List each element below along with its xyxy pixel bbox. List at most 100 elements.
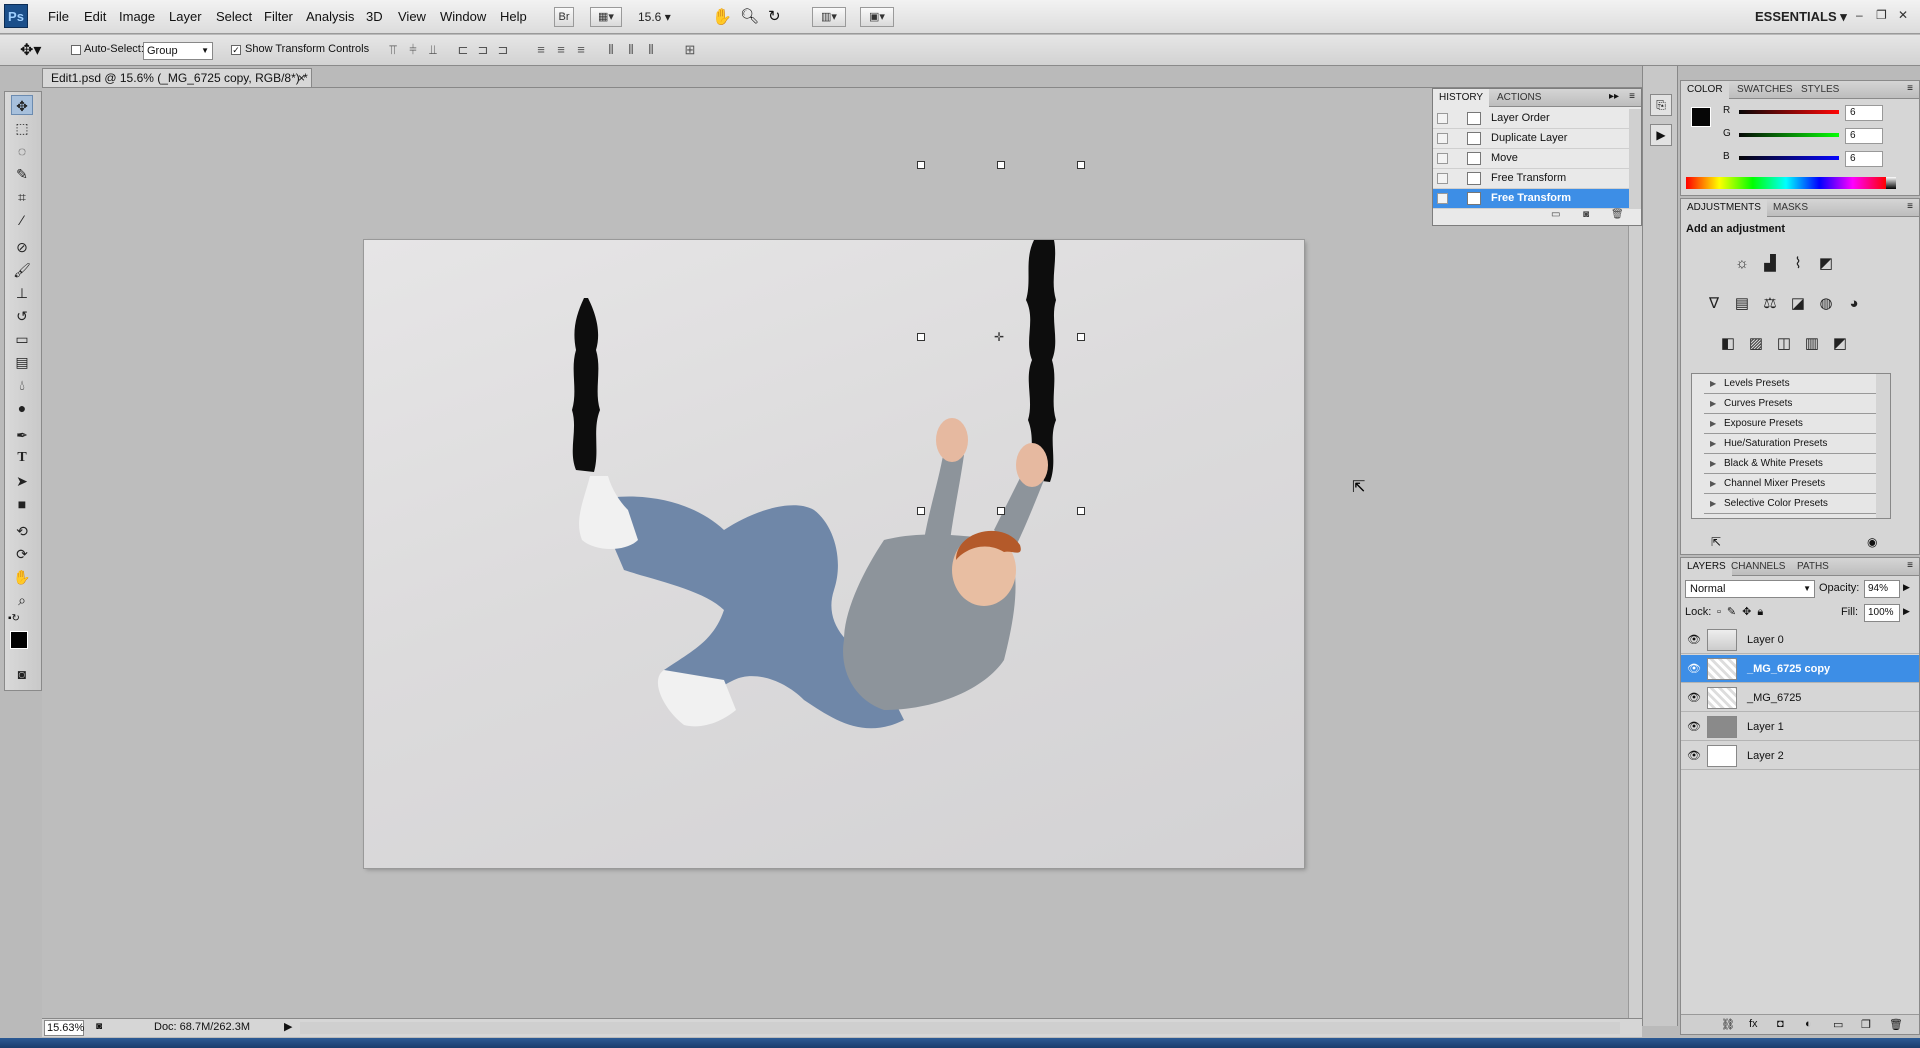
red-value-field[interactable]: 6 <box>1845 105 1883 121</box>
workspace-switcher[interactable]: ESSENTIALS ▾ <box>1755 9 1847 25</box>
levels-icon[interactable]: ▟ <box>1759 253 1781 275</box>
panel-menu-icon[interactable]: ≡ <box>1907 560 1913 571</box>
blur-tool-icon[interactable]: 💧︎ <box>11 375 33 395</box>
tab-paths[interactable]: PATHS <box>1791 558 1835 576</box>
path-selection-tool-icon[interactable]: ➤ <box>11 471 33 491</box>
tab-channels[interactable]: CHANNELS <box>1725 558 1791 576</box>
posterize-icon[interactable]: ▨ <box>1745 333 1767 355</box>
show-transform-checkbox[interactable]: ✓ <box>231 45 241 55</box>
panel-menu-icon[interactable]: ≡ <box>1907 83 1913 94</box>
bridge-button[interactable]: Br <box>554 7 574 27</box>
opacity-field[interactable]: 94% <box>1864 580 1900 598</box>
transform-handle[interactable] <box>1077 333 1085 341</box>
brush-tool-icon[interactable]: 🖌︎ <box>11 260 33 280</box>
3d-orbit-tool-icon[interactable]: ⟳ <box>11 544 33 564</box>
panel-menu-icon[interactable]: ≡ <box>1629 91 1635 102</box>
tab-styles[interactable]: STYLES <box>1795 81 1845 99</box>
menu-3d[interactable]: 3D <box>366 9 383 24</box>
auto-align-icon[interactable]: ⊞ <box>682 42 698 58</box>
tab-color[interactable]: COLOR <box>1681 81 1729 99</box>
brightness-contrast-icon[interactable]: ☼ <box>1731 253 1753 275</box>
history-snapshot-checkbox[interactable] <box>1437 193 1448 204</box>
align-bottom-icon[interactable]: ⫫ <box>425 42 441 58</box>
layer-row-selected[interactable]: 👁︎ _MG_6725 copy <box>1681 655 1919 683</box>
layer-row[interactable]: 👁︎ Layer 2 <box>1681 742 1919 770</box>
invert-icon[interactable]: ◧ <box>1717 333 1739 355</box>
align-vcenter-icon[interactable]: ⫩ <box>405 42 421 58</box>
distribute-left-icon[interactable]: ⦀ <box>603 42 619 58</box>
arrange-documents-button[interactable]: ▥▾ <box>812 7 846 27</box>
layer-row[interactable]: 👁︎ Layer 0 <box>1681 626 1919 654</box>
layer-row[interactable]: 👁︎ _MG_6725 <box>1681 684 1919 712</box>
shape-tool-icon[interactable]: ■ <box>11 494 33 514</box>
menu-edit[interactable]: Edit <box>84 9 106 24</box>
menu-window[interactable]: Window <box>440 9 486 24</box>
preset-item[interactable]: Curves Presets <box>1704 394 1876 414</box>
preset-item[interactable]: Exposure Presets <box>1704 414 1876 434</box>
transform-handle[interactable] <box>917 161 925 169</box>
black-white-icon[interactable]: ◪ <box>1787 293 1809 315</box>
history-panel-icon[interactable]: ⎘ <box>1650 94 1672 116</box>
close-icon[interactable]: ✕ <box>1898 8 1908 22</box>
transform-handle[interactable] <box>1077 161 1085 169</box>
close-tab-icon[interactable]: × <box>298 69 305 87</box>
menu-file[interactable]: File <box>48 9 69 24</box>
zoom-tool-icon[interactable]: 🔍︎ <box>740 7 759 25</box>
color-spectrum-ramp[interactable] <box>1686 177 1886 189</box>
move-tool-icon[interactable]: ✥ <box>11 95 33 115</box>
preset-item[interactable]: Black & White Presets <box>1704 454 1876 474</box>
add-mask-icon[interactable]: ◘ <box>1777 1018 1784 1030</box>
align-top-icon[interactable]: ⫪ <box>385 42 401 58</box>
visibility-eye-icon[interactable]: 👁︎ <box>1687 626 1701 654</box>
menu-image[interactable]: Image <box>119 9 155 24</box>
clip-to-layer-icon[interactable]: ◉ <box>1867 535 1877 549</box>
zoom-tool-icon[interactable]: ⌕ <box>11 590 33 610</box>
distribute-right-icon[interactable]: ⦀ <box>643 42 659 58</box>
tab-masks[interactable]: MASKS <box>1767 199 1814 217</box>
distribute-bottom-icon[interactable]: ≡ <box>573 42 589 58</box>
dodge-tool-icon[interactable]: ● <box>11 398 33 418</box>
history-item[interactable]: Layer Order <box>1433 109 1629 129</box>
distribute-hcenter-icon[interactable]: ⦀ <box>623 42 639 58</box>
hand-tool-icon[interactable]: ✋ <box>712 7 732 27</box>
vertical-scrollbar[interactable] <box>1628 88 1642 1018</box>
horizontal-scrollbar[interactable] <box>300 1022 1620 1034</box>
distribute-top-icon[interactable]: ≡ <box>533 42 549 58</box>
status-zoom-field[interactable]: 15.63% <box>44 1020 84 1036</box>
transform-center-icon[interactable]: ✛ <box>994 330 1004 344</box>
lasso-tool-icon[interactable]: ◌ <box>11 141 33 161</box>
photo-filter-icon[interactable]: ◍ <box>1815 293 1837 315</box>
link-layers-icon[interactable]: ⛓ <box>1721 1018 1735 1031</box>
tab-adjustments[interactable]: ADJUSTMENTS <box>1681 199 1767 217</box>
new-group-icon[interactable]: ▭ <box>1833 1018 1843 1031</box>
presets-scrollbar[interactable] <box>1876 374 1890 518</box>
eraser-tool-icon[interactable]: ▭ <box>11 329 33 349</box>
visibility-eye-icon[interactable]: 👁︎ <box>1687 742 1701 770</box>
document-tab[interactable]: Edit1.psd @ 15.6% (_MG_6725 copy, RGB/8*… <box>42 68 312 88</box>
channel-mixer-icon[interactable]: ◕ <box>1843 293 1865 315</box>
opacity-slider-arrow-icon[interactable]: ▶ <box>1903 582 1910 593</box>
visibility-eye-icon[interactable]: 👁︎ <box>1687 713 1701 741</box>
transform-handle[interactable] <box>997 161 1005 169</box>
tab-actions[interactable]: ACTIONS <box>1491 89 1547 107</box>
delete-layer-icon[interactable]: 🗑︎ <box>1889 1018 1903 1031</box>
quick-select-tool-icon[interactable]: ✎ <box>11 164 33 184</box>
rotate-view-icon[interactable]: ↻ <box>768 7 781 25</box>
menu-filter[interactable]: Filter <box>264 9 293 24</box>
restore-icon[interactable]: ❐ <box>1876 8 1887 22</box>
distribute-vcenter-icon[interactable]: ≡ <box>553 42 569 58</box>
transform-handle[interactable] <box>997 507 1005 515</box>
selective-color-icon[interactable]: ◩ <box>1829 333 1851 355</box>
return-to-list-icon[interactable]: ⇱ <box>1711 535 1721 549</box>
move-tool-preset-icon[interactable]: ✥▾ <box>20 40 41 60</box>
fill-field[interactable]: 100% <box>1864 604 1900 622</box>
foreground-color-preview[interactable] <box>1691 107 1711 127</box>
new-layer-icon[interactable]: ❐ <box>1861 1018 1871 1031</box>
history-item-selected[interactable]: Free Transform <box>1433 189 1629 209</box>
document-image[interactable] <box>364 240 1304 868</box>
menu-analysis[interactable]: Analysis <box>306 9 354 24</box>
color-balance-icon[interactable]: ⚖ <box>1759 293 1781 315</box>
default-colors-icon[interactable]: ▪↻ <box>8 613 20 624</box>
healing-brush-tool-icon[interactable]: ⊘ <box>11 237 33 257</box>
preset-item[interactable]: Hue/Saturation Presets <box>1704 434 1876 454</box>
